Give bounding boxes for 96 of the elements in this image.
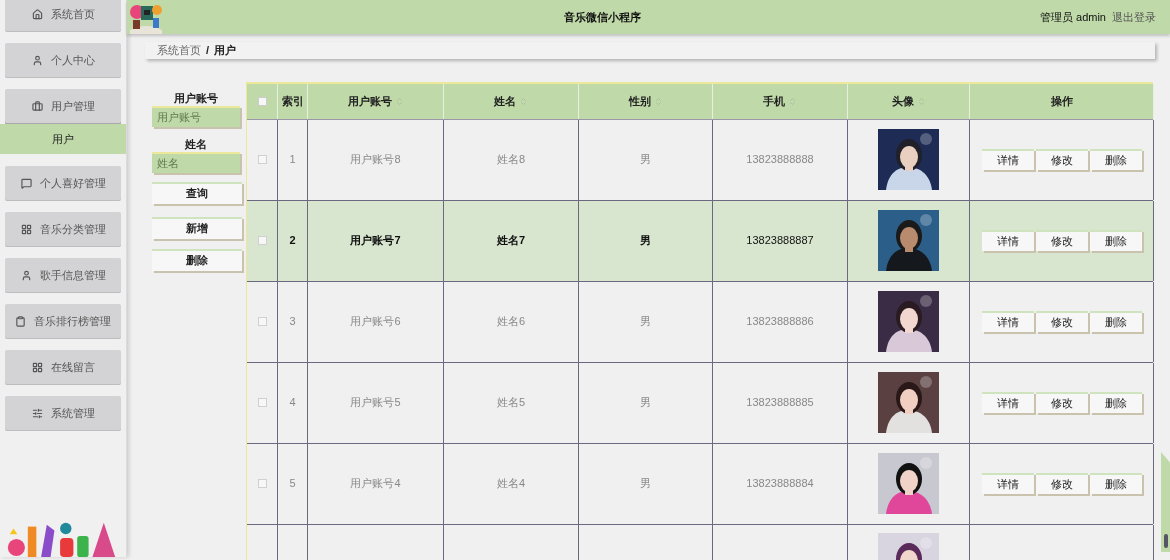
column-header[interactable]: 头像 (891, 92, 914, 110)
breadcrumb-separator: / (206, 43, 210, 58)
delete-button[interactable]: 删除 (1089, 392, 1142, 413)
table-cell-text: 用户账号6 (350, 314, 401, 330)
column-header[interactable]: 手机 (763, 92, 785, 110)
detail-button[interactable]: 详情 (981, 392, 1034, 413)
delete-button[interactable]: 删除 (1089, 230, 1142, 251)
logout-link[interactable]: 退出登录 (1112, 8, 1156, 26)
select-all-checkbox[interactable] (257, 96, 267, 106)
sidebar-item[interactable]: 音乐分类管理 (5, 212, 121, 246)
menu-icon (31, 8, 43, 20)
table-cell-text: 用户账号4 (350, 476, 401, 492)
breadcrumb-link[interactable]: 系统首页 (157, 42, 201, 59)
edit-button[interactable]: 修改 (1035, 473, 1088, 494)
menu-icon (31, 407, 43, 419)
sort-icon (788, 96, 797, 106)
menu-icon (31, 361, 43, 373)
field-label: 用户账号 (173, 90, 219, 106)
table-cell-text: 姓名5 (496, 395, 526, 411)
table-cell-text: 3 (289, 314, 296, 330)
table-row[interactable]: 4 用户账号5 姓名5 男 13823888885 详情 修改 删除 (247, 362, 1153, 444)
delete-button[interactable]: 删除 (1089, 311, 1142, 332)
table-cell-text: 2 (289, 233, 296, 249)
table-cell-text: 用户账号7 (350, 233, 401, 249)
table-cell-text: 用户账号5 (350, 395, 401, 411)
sort-icon (519, 96, 528, 106)
sidebar-subitem[interactable]: 用户 (0, 124, 126, 154)
sidebar-item[interactable]: 在线留言 (5, 350, 121, 384)
detail-button[interactable]: 详情 (981, 149, 1034, 170)
table-cell-text: 4 (289, 395, 296, 411)
sidebar-item[interactable]: 系统首页 (5, 0, 121, 31)
row-checkbox[interactable] (257, 317, 267, 326)
sidebar-item[interactable]: 个人喜好管理 (5, 166, 121, 200)
table-cell-text: 用户账号8 (350, 152, 401, 168)
edit-button[interactable]: 修改 (1035, 392, 1088, 413)
table-row[interactable]: 3 用户账号6 姓名6 男 13823888886 详情 修改 删除 (247, 281, 1153, 363)
sort-icon (916, 96, 926, 106)
delete-button[interactable]: 删除 (1089, 473, 1142, 494)
sidebar-item[interactable]: 歌手信息管理 (5, 258, 121, 292)
detail-button[interactable]: 详情 (981, 311, 1034, 332)
menu-icon (20, 269, 32, 281)
table-cell-text: 男 (640, 152, 651, 168)
row-checkbox[interactable] (257, 155, 267, 164)
table-cell-text: 5 (289, 476, 296, 492)
menu-icon (31, 100, 43, 112)
table-cell-text: 姓名4 (496, 476, 526, 492)
table-row[interactable]: 1 用户账号8 姓名8 男 13823888888 详情 修改 删除 (247, 119, 1153, 201)
column-header: 操作 (1050, 93, 1073, 109)
sidebar-item[interactable]: 个人中心 (5, 43, 121, 77)
sort-icon (653, 96, 663, 106)
table-cell-text: 13823888888 (746, 152, 814, 168)
table-cell-text: 男 (640, 233, 651, 249)
menu-icon (31, 54, 43, 66)
column-header[interactable]: 姓名 (494, 92, 516, 110)
table-cell-text: 13823888884 (746, 476, 814, 492)
menu-icon (15, 315, 26, 327)
detail-button[interactable]: 详情 (981, 473, 1034, 494)
add-button[interactable]: 新增 (152, 216, 242, 239)
app-title: 音乐微信小程序 (563, 9, 642, 25)
detail-button[interactable]: 详情 (981, 230, 1034, 251)
table-cell-text: 姓名7 (496, 233, 526, 249)
row-checkbox[interactable] (257, 236, 267, 245)
scrollbar[interactable] (1159, 451, 1170, 552)
column-header[interactable]: 性别 (628, 92, 651, 110)
column-header: 索引 (281, 93, 304, 109)
menu-icon (20, 177, 32, 189)
search-field[interactable]: 姓名 (152, 151, 240, 173)
table-cell-text: 姓名6 (496, 314, 526, 330)
menu-icon (20, 223, 32, 235)
table-row[interactable]: 5 用户账号4 姓名4 男 13823888884 详情 修改 删除 (247, 443, 1153, 525)
sidebar-item[interactable]: 用户管理 (5, 89, 121, 123)
edit-button[interactable]: 修改 (1035, 230, 1088, 251)
row-checkbox[interactable] (257, 479, 267, 488)
table-cell-text: 1 (289, 152, 296, 168)
table-cell-text: 男 (640, 476, 651, 492)
table-cell-text: 男 (640, 395, 651, 411)
search-button[interactable]: 查询 (152, 181, 242, 204)
delete-button[interactable]: 删除 (152, 248, 242, 271)
table-cell-text: 13823888887 (746, 233, 814, 249)
row-checkbox[interactable] (257, 398, 267, 407)
delete-button[interactable]: 删除 (1089, 149, 1142, 170)
table-cell-text: 男 (640, 314, 651, 330)
sidebar-item[interactable]: 系统管理 (5, 396, 121, 430)
search-field[interactable]: 用户账号 (152, 105, 240, 127)
breadcrumb-current: 用户 (214, 43, 237, 58)
table-row[interactable]: 2 用户账号7 姓名7 男 13823888887 详情 修改 删除 (247, 200, 1153, 282)
sidebar-item[interactable]: 音乐排行榜管理 (5, 304, 121, 338)
user-label: 管理员 admin (1039, 9, 1106, 25)
table-cell-text: 13823888886 (746, 314, 814, 330)
edit-button[interactable]: 修改 (1035, 311, 1088, 332)
table-cell-text: 13823888885 (746, 395, 814, 411)
field-label: 姓名 (184, 136, 208, 152)
edit-button[interactable]: 修改 (1035, 149, 1088, 170)
column-header[interactable]: 用户账号 (347, 92, 392, 110)
table-cell-text: 姓名8 (496, 152, 526, 168)
sort-icon (394, 96, 404, 106)
